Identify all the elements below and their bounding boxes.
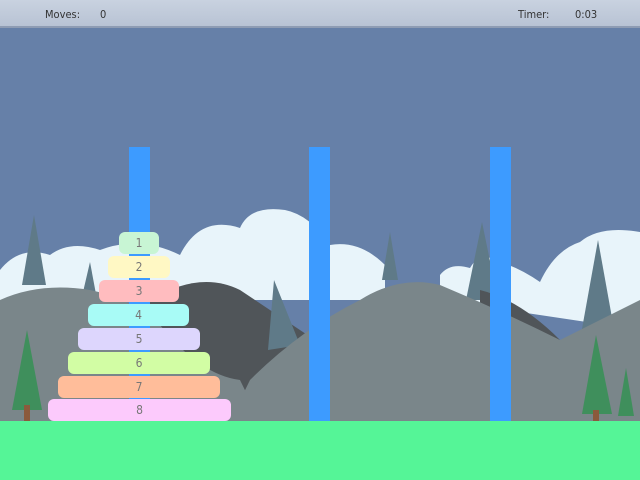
- timer-label: Timer:: [518, 8, 550, 21]
- disk-1[interactable]: 1: [119, 232, 159, 254]
- disk-4[interactable]: 4: [88, 304, 189, 326]
- disk-8[interactable]: 8: [48, 399, 231, 421]
- disk-2[interactable]: 2: [108, 256, 170, 278]
- ground: [0, 421, 640, 480]
- disk-5[interactable]: 5: [78, 328, 200, 350]
- moves-counter: 0: [100, 8, 107, 21]
- moves-label: Moves:: [45, 8, 81, 21]
- timer-value: 0:03: [575, 8, 598, 21]
- hud-bar: Moves: 0 Timer: 0:03: [0, 0, 640, 28]
- disk-7[interactable]: 7: [58, 376, 220, 398]
- peg-2[interactable]: [309, 147, 330, 421]
- peg-3[interactable]: [490, 147, 511, 421]
- disk-6[interactable]: 6: [68, 352, 210, 374]
- disk-3[interactable]: 3: [99, 280, 179, 302]
